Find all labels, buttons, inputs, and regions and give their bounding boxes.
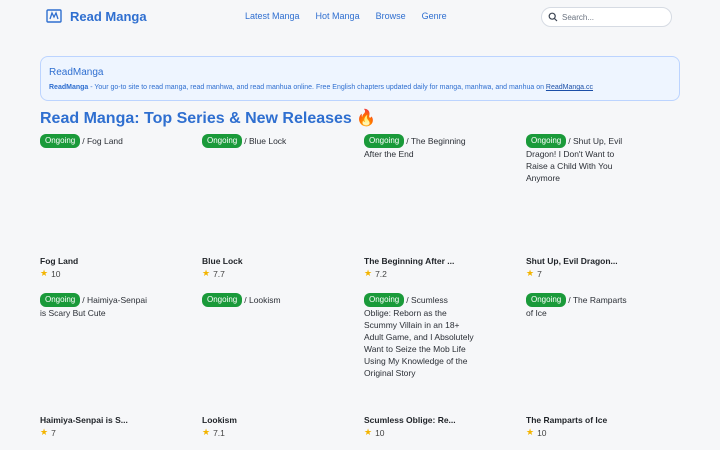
nav-latest-manga[interactable]: Latest Manga <box>245 11 300 21</box>
manga-card[interactable]: Ongoing / Lookism Lookism ★ 7.1 <box>202 293 312 438</box>
manga-title[interactable]: Shut Up, Evil Dragon... <box>526 256 618 266</box>
manga-title[interactable]: Scumless Oblige: Re... <box>364 415 456 425</box>
rating: ★ 7.2 <box>364 268 387 279</box>
star-icon: ★ <box>364 268 373 278</box>
manga-card[interactable]: Ongoing / Fog Land Fog Land ★ 10 <box>40 134 150 279</box>
book-logo-icon <box>46 9 62 23</box>
info-site-link[interactable]: ReadManga.cc <box>546 84 593 91</box>
star-icon: ★ <box>364 427 373 437</box>
cover-alt-text: Ongoing / Haimiya-Senpai is Scary But Cut… <box>40 293 147 318</box>
manga-card[interactable]: Ongoing / Haimiya-Senpai is Scary But Cut… <box>40 293 150 438</box>
rating: ★ 10 <box>40 268 61 279</box>
cover-alt-text: Ongoing / Fog Land <box>40 134 150 254</box>
rating: ★ 10 <box>364 427 385 438</box>
cover-alt-text: Ongoing / Scumless Oblige: Reborn as the … <box>364 293 474 378</box>
info-bold-name: ReadManga <box>49 84 89 91</box>
manga-card[interactable]: Ongoing / The Ramparts of Ice The Rampart… <box>526 293 636 438</box>
nav-genre[interactable]: Genre <box>422 11 447 21</box>
brand-name: Read Manga <box>70 8 147 24</box>
cover-alt-text: Ongoing / Blue Lock <box>202 134 312 254</box>
status-badge: Ongoing <box>202 134 243 148</box>
rating: ★ 10 <box>526 427 547 438</box>
nav-hot-manga[interactable]: Hot Manga <box>316 11 360 21</box>
status-badge: Ongoing <box>364 293 405 307</box>
star-icon: ★ <box>40 427 49 437</box>
status-badge: Ongoing <box>364 134 405 148</box>
top-bar: Read Manga Latest Manga Hot Manga Browse… <box>0 0 720 36</box>
cover-alt-text: Ongoing / The Ramparts of Ice <box>526 293 627 318</box>
site-info-box: ReadManga ReadManga - Your go-to site to… <box>40 56 680 101</box>
info-text: - Your go-to site to read manga, read ma… <box>88 84 546 91</box>
status-badge: Ongoing <box>526 134 567 148</box>
rating: ★ 7 <box>40 427 56 438</box>
manga-title[interactable]: Lookism <box>202 415 294 425</box>
manga-title[interactable]: Fog Land <box>40 256 132 266</box>
star-icon: ★ <box>526 268 535 278</box>
rating: ★ 7 <box>526 268 542 279</box>
status-badge: Ongoing <box>40 134 81 148</box>
brand-link[interactable]: Read Manga <box>46 8 147 24</box>
star-icon: ★ <box>202 427 211 437</box>
cover-alt-text: Ongoing / Lookism <box>202 293 312 413</box>
manga-title[interactable]: The Beginning After ... <box>364 256 456 266</box>
status-badge: Ongoing <box>526 293 567 307</box>
manga-title[interactable]: Haimiya-Senpai is S... <box>40 415 132 425</box>
search-input[interactable] <box>562 12 662 22</box>
manga-title[interactable]: The Ramparts of Ice <box>526 415 618 425</box>
nav-browse[interactable]: Browse <box>376 11 406 21</box>
manga-title[interactable]: Blue Lock <box>202 256 294 266</box>
star-icon: ★ <box>40 268 49 278</box>
cover-alt-text: Ongoing / Shut Up, Evil Dragon! I Don't W… <box>526 134 623 183</box>
search-box <box>541 7 672 27</box>
manga-card[interactable]: Ongoing / Scumless Oblige: Reborn as the … <box>364 293 474 438</box>
star-icon: ★ <box>526 427 535 437</box>
main-nav: Latest Manga Hot Manga Browse Genre <box>245 11 447 21</box>
info-description: ReadManga - Your go-to site to read mang… <box>49 84 671 91</box>
page-title: Read Manga: Top Series & New Releases 🔥 <box>40 110 377 127</box>
star-icon: ★ <box>202 268 211 278</box>
rating: ★ 7.1 <box>202 427 225 438</box>
rating: ★ 7.7 <box>202 268 225 279</box>
info-title: ReadManga <box>49 67 104 78</box>
manga-card[interactable]: Ongoing / Blue Lock Blue Lock ★ 7.7 <box>202 134 312 279</box>
manga-card[interactable]: Ongoing / Shut Up, Evil Dragon! I Don't W… <box>526 134 636 279</box>
cover-alt-text: Ongoing / The Beginning After the End <box>364 134 466 159</box>
status-badge: Ongoing <box>40 293 81 307</box>
manga-card[interactable]: Ongoing / The Beginning After the End The… <box>364 134 474 279</box>
search-icon <box>548 12 558 22</box>
status-badge: Ongoing <box>202 293 243 307</box>
